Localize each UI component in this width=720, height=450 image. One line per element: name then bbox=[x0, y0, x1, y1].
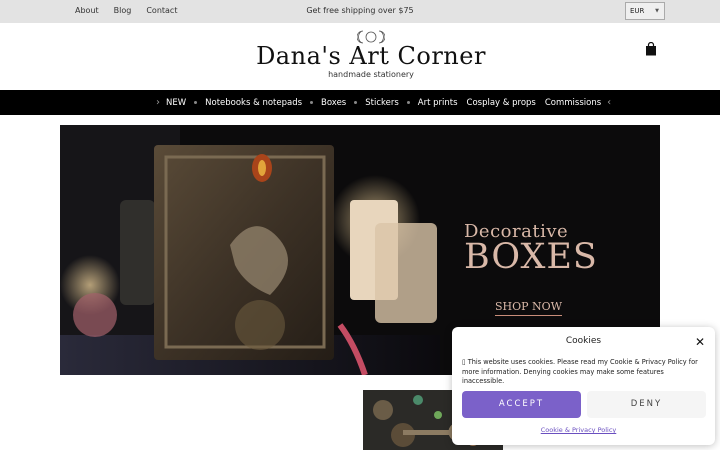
site-logo-title[interactable]: Dana's Art Corner bbox=[0, 42, 720, 70]
nav-item-new[interactable]: NEW bbox=[166, 98, 186, 108]
nav-item-stickers[interactable]: Stickers bbox=[365, 98, 399, 108]
nav-separator bbox=[194, 101, 198, 104]
site-header: Dana's Art Corner handmade stationery bbox=[0, 23, 720, 90]
shop-now-button[interactable]: SHOP NOW bbox=[495, 300, 562, 316]
cookie-dialog-title: Cookies bbox=[565, 336, 602, 346]
accept-cookies-button[interactable]: ACCEPT bbox=[462, 391, 581, 418]
close-icon[interactable]: ✕ bbox=[695, 335, 705, 349]
nav-spacer bbox=[540, 101, 541, 104]
top-bar: About Blog Contact Get free shipping ove… bbox=[0, 0, 720, 23]
currency-value: EUR bbox=[630, 7, 645, 15]
shopping-bag-icon[interactable] bbox=[645, 42, 657, 56]
nav-item-notebooks[interactable]: Notebooks & notepads bbox=[205, 98, 302, 108]
nav-spacer bbox=[462, 101, 463, 104]
nav-separator bbox=[354, 101, 358, 104]
chevron-right-icon[interactable]: › bbox=[156, 97, 160, 108]
nav-item-art-prints[interactable]: Art prints bbox=[418, 98, 458, 108]
nav-item-cosplay[interactable]: Cosplay & props bbox=[467, 98, 536, 108]
chevron-left-icon[interactable]: ‹ bbox=[607, 97, 611, 108]
nav-separator bbox=[310, 101, 314, 104]
currency-select[interactable]: EUR ▼ bbox=[625, 2, 665, 20]
main-nav: › NEW Notebooks & notepads Boxes Sticker… bbox=[0, 90, 720, 115]
chevron-down-icon: ▼ bbox=[655, 8, 659, 14]
nav-item-boxes[interactable]: Boxes bbox=[321, 98, 346, 108]
cookie-message: ▯ This website uses cookies. Please read… bbox=[462, 358, 698, 385]
cookie-policy-link[interactable]: Cookie & Privacy Policy bbox=[452, 426, 705, 434]
shipping-notice: Get free shipping over $75 bbox=[306, 6, 414, 15]
cookie-consent-dialog: Cookies ✕ ▯ This website uses cookies. P… bbox=[452, 327, 715, 445]
hero-title-line2: BOXES bbox=[464, 237, 598, 277]
nav-item-commissions[interactable]: Commissions bbox=[545, 98, 601, 108]
deny-cookies-button[interactable]: DENY bbox=[587, 391, 706, 418]
site-logo-subtitle: handmade stationery bbox=[328, 70, 414, 79]
nav-separator bbox=[406, 101, 410, 104]
